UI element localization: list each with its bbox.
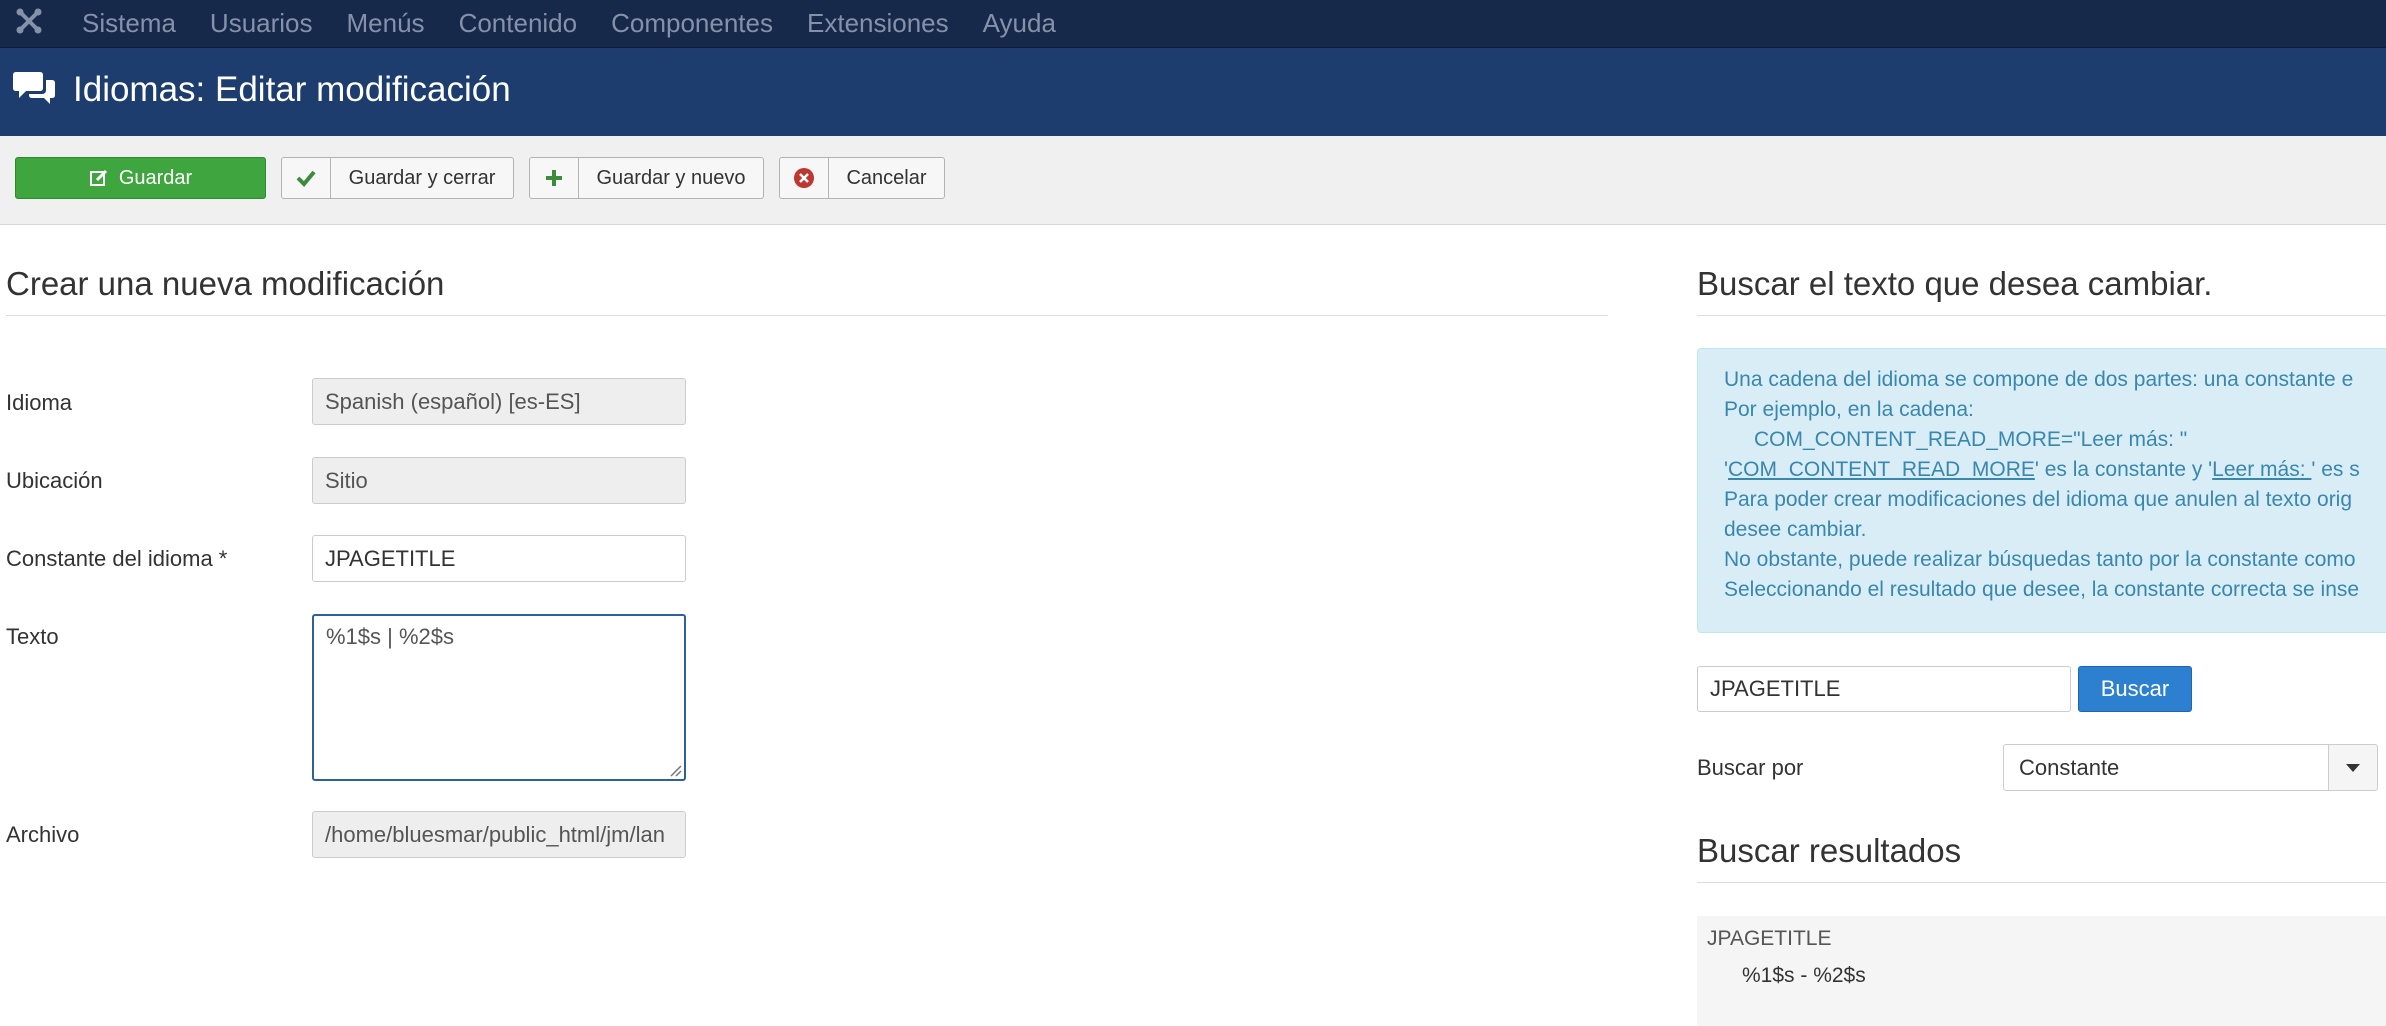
- language-label: Idioma: [6, 390, 73, 415]
- comments-icon: [13, 72, 55, 104]
- results-heading: Buscar resultados: [1697, 832, 1962, 869]
- resize-handle-icon[interactable]: [668, 763, 682, 777]
- menu-componentes[interactable]: Componentes: [611, 8, 773, 39]
- result-text: %1$s - %2$s: [1742, 964, 1866, 987]
- info-text-term: Leer más:: [2212, 458, 2312, 481]
- menu-contenido[interactable]: Contenido: [459, 8, 578, 39]
- search-by-select[interactable]: Constante: [2003, 744, 2377, 791]
- chevron-down-icon[interactable]: [2328, 744, 2378, 791]
- text-input[interactable]: %1$s | %2$s: [312, 614, 686, 781]
- text-input-value: %1$s | %2$s: [326, 624, 455, 649]
- save-close-button[interactable]: Guardar y cerrar: [281, 157, 514, 199]
- menu-ayuda[interactable]: Ayuda: [983, 8, 1056, 39]
- cancel-circle-icon: [780, 158, 829, 198]
- info-line: Seleccionando el resultado que desee, la…: [1724, 578, 2360, 601]
- search-divider: [1697, 315, 2386, 316]
- search-info-box: Una cadena del idioma se compone de dos …: [1697, 348, 2386, 633]
- page-title: Idiomas: Editar modificación: [73, 70, 511, 109]
- save-close-label: Guardar y cerrar: [348, 166, 496, 189]
- results-divider: [1697, 882, 2386, 883]
- info-constant-term: COM_CONTENT_READ_MORE: [1728, 458, 2035, 481]
- file-label: Archivo: [6, 822, 80, 847]
- location-label: Ubicación: [6, 468, 103, 493]
- language-field: Spanish (español) [es-ES]: [312, 378, 686, 425]
- text-label: Texto: [6, 624, 59, 649]
- location-field: Sitio: [312, 457, 686, 504]
- save-label: Guardar: [118, 166, 193, 189]
- info-example: COM_CONTENT_READ_MORE="Leer más: ": [1754, 428, 2188, 451]
- file-field: /home/bluesmar/public_html/jm/lan: [312, 811, 686, 858]
- menu-sistema[interactable]: Sistema: [82, 8, 176, 39]
- info-line: No obstante, puede realizar búsquedas ta…: [1724, 548, 2356, 571]
- check-icon: [282, 158, 331, 198]
- page-header: Idiomas: Editar modificación: [0, 48, 2386, 136]
- info-line: Una cadena del idioma se compone de dos …: [1724, 368, 2354, 391]
- menu-usuarios[interactable]: Usuarios: [210, 8, 313, 39]
- search-heading: Buscar el texto que desea cambiar.: [1697, 265, 2213, 302]
- main-menu: Sistema Usuarios Menús Contenido Compone…: [82, 0, 1090, 47]
- menu-extensiones[interactable]: Extensiones: [807, 8, 949, 39]
- info-line: Para poder crear modificaciones del idio…: [1724, 488, 2353, 511]
- search-result-item[interactable]: JPAGETITLE %1$s - %2$s: [1697, 916, 2386, 1026]
- toolbar: Guardar Guardar y cerrar Guardar y nuevo…: [0, 136, 2386, 225]
- save-new-button[interactable]: Guardar y nuevo: [529, 157, 764, 199]
- info-line: Por ejemplo, en la cadena:: [1724, 398, 1974, 421]
- menu-menus[interactable]: Menús: [347, 8, 425, 39]
- top-menu-bar: Sistema Usuarios Menús Contenido Compone…: [0, 0, 2386, 48]
- info-line: 'COM_CONTENT_READ_MORE' es la constante …: [1724, 458, 2360, 481]
- form-heading: Crear una nueva modificación: [6, 265, 445, 302]
- cancel-button[interactable]: Cancelar: [779, 157, 945, 199]
- constant-label: Constante del idioma *: [6, 546, 228, 571]
- constant-input[interactable]: JPAGETITLE: [312, 535, 686, 582]
- result-constant: JPAGETITLE: [1707, 927, 1832, 950]
- info-line: desee cambiar.: [1724, 518, 1867, 541]
- search-input[interactable]: JPAGETITLE: [1697, 666, 2071, 712]
- plus-icon: [530, 158, 579, 198]
- cancel-label: Cancelar: [846, 166, 927, 189]
- search-by-label: Buscar por: [1697, 755, 1804, 780]
- save-button[interactable]: Guardar: [15, 157, 266, 199]
- search-button[interactable]: Buscar: [2078, 666, 2192, 712]
- joomla-logo-icon[interactable]: [14, 6, 44, 36]
- edit-icon: [89, 169, 107, 186]
- save-new-label: Guardar y nuevo: [596, 166, 746, 189]
- form-divider: [6, 315, 1608, 316]
